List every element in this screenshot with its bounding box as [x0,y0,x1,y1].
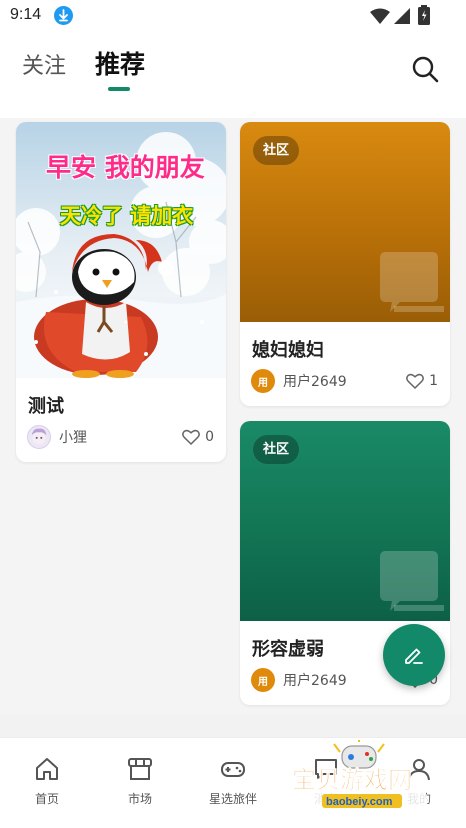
post-author[interactable]: 用 用户2649 [251,369,347,393]
likes-count: 0 [205,429,214,445]
post-image: 社区 [240,421,450,621]
nav-item-mine[interactable]: 我的 [384,756,454,816]
feed: 早安 我的朋友 天冷了 请加衣 测试 小狸 0 社区 媳妇媳妇 用 用户2649… [0,118,466,714]
status-bar: 9:14 [0,0,466,32]
post-card[interactable]: 早安 我的朋友 天冷了 请加衣 测试 小狸 0 [16,122,226,462]
user-icon [408,759,430,781]
author-name: 用户2649 [283,374,347,390]
nav-label: 星选旅伴 [208,792,257,806]
like-button[interactable]: 0 [182,425,214,449]
likes-count: 1 [429,373,438,389]
nav-label: 首页 [34,792,59,806]
nav-label: 市场 [127,792,152,806]
author-name: 小狸 [59,430,87,446]
shop-icon [128,758,152,780]
community-tag: 社区 [253,136,300,165]
post-title: 测试 [28,396,64,417]
image-text-line-1: 早安 我的朋友 [46,153,205,182]
create-post-button[interactable] [383,624,445,686]
signal-icon [394,8,410,24]
status-time: 9:14 [10,6,42,23]
nav-label: 消息 [313,792,338,806]
post-title: 形容虚弱 [252,639,324,660]
home-icon [36,758,58,780]
tab-recommend[interactable]: 推荐 [95,45,145,81]
search-icon[interactable] [410,54,440,84]
image-text-line-2: 天冷了 请加衣 [60,204,194,228]
heart-icon [182,429,201,445]
bottom-nav: 首页 市场 星选旅伴 消息 我的 [0,737,466,828]
download-icon [54,6,73,25]
nav-label: 我的 [406,792,431,806]
post-card[interactable]: 社区 媳妇媳妇 用 用户2649 1 [240,122,450,406]
post-image: 早安 我的朋友 天冷了 请加衣 [16,122,226,378]
top-header: 关注 推荐 [0,32,466,118]
gamepad-icon [221,762,245,777]
nav-item-messages[interactable]: 消息 [291,756,361,816]
active-tab-indicator [108,87,130,91]
avatar: 用 [251,668,275,692]
heart-icon [406,373,425,389]
like-button[interactable]: 1 [406,369,438,393]
post-title: 媳妇媳妇 [252,340,324,361]
avatar: 用 [251,369,275,393]
chat-icon [380,551,444,611]
community-tag: 社区 [253,435,300,464]
chat-icon [380,252,444,312]
wifi-icon [370,8,390,24]
nav-item-market[interactable]: 市场 [105,756,175,816]
edit-icon [405,648,423,664]
author-name: 用户2649 [283,673,347,689]
post-author[interactable]: 用 用户2649 [251,668,347,692]
tab-follow[interactable]: 关注 [22,48,66,80]
avatar [27,425,51,449]
battery-icon [418,5,430,25]
post-image: 社区 [240,122,450,322]
post-author[interactable]: 小狸 [27,425,87,449]
message-icon [315,759,337,779]
nav-item-home[interactable]: 首页 [12,756,82,816]
nav-item-travel[interactable]: 星选旅伴 [198,756,268,816]
